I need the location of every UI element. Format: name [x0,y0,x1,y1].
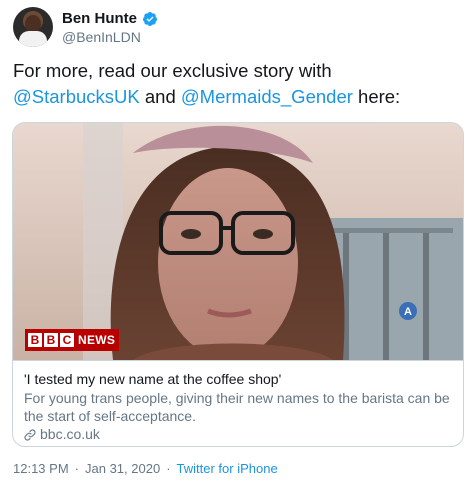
tweet-time[interactable]: 12:13 PM [13,461,69,476]
card-domain-text: bbc.co.uk [40,426,100,442]
author-handle[interactable]: @BenInLDN [62,29,141,45]
card-image[interactable]: A B B C NEWS [13,123,463,360]
card-title[interactable]: 'I tested my new name at the coffee shop… [24,371,281,387]
verified-badge-icon [142,11,158,27]
tweet: Ben Hunte @BenInLDN For more, read our e… [0,0,476,487]
meta-separator: · [166,461,171,476]
bbc-news-logo: B B C NEWS [25,329,120,351]
tweet-meta: 12:13 PM · Jan 31, 2020 · Twitter for iP… [13,461,278,476]
tweet-source-link[interactable]: Twitter for iPhone [177,461,278,476]
link-icon [24,428,36,441]
author-name-row[interactable]: Ben Hunte [62,10,158,27]
tweet-text-mid: and [139,86,181,107]
tweet-text-suffix: here: [352,86,401,107]
card-domain: bbc.co.uk [24,426,100,442]
author-display-name[interactable]: Ben Hunte [62,10,137,27]
tweet-text-prefix: For more, read our exclusive story with [13,60,332,81]
meta-separator: · [74,461,79,476]
card-photo-illustration: A [13,123,463,360]
bbc-block-letter: B [44,333,58,347]
svg-text:A: A [404,306,412,318]
bbc-block-letter: B [28,333,42,347]
avatar-shirt [19,31,47,47]
card-footer[interactable]: 'I tested my new name at the coffee shop… [13,360,463,446]
avatar[interactable] [13,7,53,47]
tweet-date[interactable]: Jan 31, 2020 [85,461,160,476]
card-description: For young trans people, giving their new… [24,390,450,424]
link-card[interactable]: A B B C NEWS 'I tested my new name at th… [12,122,464,447]
bbc-news-word: NEWS [78,333,116,347]
bbc-block-letter: C [60,333,74,347]
tweet-text: For more, read our exclusive story with … [13,58,463,110]
bbc-blocks: B B C [28,333,74,347]
mention-mermaids-link[interactable]: @Mermaids_Gender [181,86,353,107]
mention-starbucksuk-link[interactable]: @StarbucksUK [13,86,140,107]
